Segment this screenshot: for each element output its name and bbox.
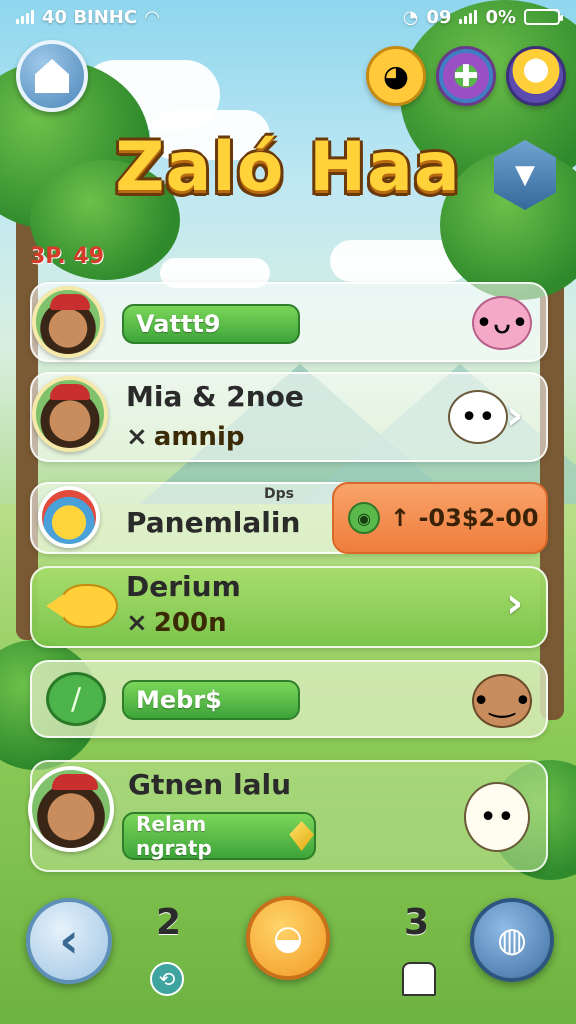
- timer-icon: ⟲: [150, 962, 184, 996]
- price-button[interactable]: ◉ ↑ -03$2-00: [332, 482, 548, 554]
- pet-icon: •ᴗ•: [472, 296, 532, 350]
- back-button[interactable]: ‹: [26, 898, 112, 984]
- back-icon: ‹: [59, 913, 79, 969]
- tag-label: Dps: [264, 486, 294, 502]
- player-name: Gtnen lalu: [128, 768, 291, 801]
- signal-bars-icon: [459, 10, 478, 24]
- game-title: Zaló Haa: [115, 128, 461, 207]
- list-item[interactable]: Vattt9 •ᴗ•: [30, 282, 548, 362]
- avatar: [32, 376, 108, 452]
- avatar: [32, 286, 104, 358]
- wifi-icon: ◠: [145, 6, 159, 28]
- battery-percent: 0%: [485, 6, 516, 28]
- list-item[interactable]: ∕ Mebr$ •‿•: [30, 660, 548, 738]
- status-bar: 40 BINHC ◠ ◔ 09 0%: [0, 0, 576, 34]
- count-right: 3: [404, 902, 430, 943]
- top-icon-bar: ◕ ✚: [366, 46, 566, 106]
- item-count: × 200n: [126, 608, 227, 638]
- player-name: Panemlalin: [126, 506, 301, 539]
- pet-icon: •‿•: [472, 674, 532, 728]
- gem-icon: [289, 821, 314, 851]
- whistle-icon: ∕: [46, 672, 106, 726]
- whistle-action-button[interactable]: ◒: [246, 896, 330, 980]
- whistle-icon: ◒: [273, 918, 303, 958]
- signal-icon: [16, 10, 34, 24]
- player-name: Mia & 2noe: [126, 380, 304, 413]
- score-label: 3P. 49: [30, 244, 105, 269]
- count-left: 2: [156, 902, 182, 943]
- ghost-icon: ••: [464, 782, 530, 852]
- item-name: Derium: [126, 570, 241, 603]
- item-count-value: 200n: [153, 608, 227, 638]
- dog-icon[interactable]: ◕: [366, 46, 426, 106]
- lock-icon: [402, 962, 436, 996]
- avatar: [38, 486, 100, 548]
- chevron-right-icon[interactable]: ›: [506, 390, 523, 439]
- status-left-text: 40 BINHC: [42, 6, 138, 28]
- puzzle-icon[interactable]: ✚: [436, 46, 496, 106]
- list-item[interactable]: Gtnen lalu Relam ngratp ••: [28, 760, 548, 872]
- pet-icon: ••: [448, 390, 508, 444]
- row-button-label: Relam ngratp: [136, 812, 212, 860]
- player-score-value: amnip: [153, 422, 245, 452]
- face-icon[interactable]: [506, 46, 566, 106]
- ghost-button[interactable]: ◍: [470, 898, 554, 982]
- list-item[interactable]: Mia & 2noe × amnip •• ›: [30, 372, 548, 462]
- home-icon: [35, 59, 69, 93]
- list-item[interactable]: Derium × 200n ›: [30, 566, 548, 648]
- alarm-icon: ◔: [402, 6, 419, 28]
- ghost-icon: ◍: [497, 920, 527, 960]
- avatar: [28, 766, 114, 852]
- row-button[interactable]: Vattt9: [122, 304, 300, 344]
- fish-icon: [46, 584, 118, 628]
- price-value: ↑ -03$2-00: [390, 504, 539, 532]
- row-button[interactable]: Relam ngratp: [122, 812, 316, 860]
- home-button[interactable]: [16, 40, 88, 112]
- list-item[interactable]: Dps Panemlalin ◉ ↑ -03$2-00: [30, 482, 548, 554]
- status-clock: 09: [426, 6, 452, 28]
- coin-icon: ◉: [348, 502, 380, 534]
- player-score: × amnip: [126, 422, 245, 452]
- chevron-right-icon[interactable]: ›: [506, 578, 523, 627]
- battery-icon: [524, 9, 563, 25]
- row-button[interactable]: Mebr$: [122, 680, 300, 720]
